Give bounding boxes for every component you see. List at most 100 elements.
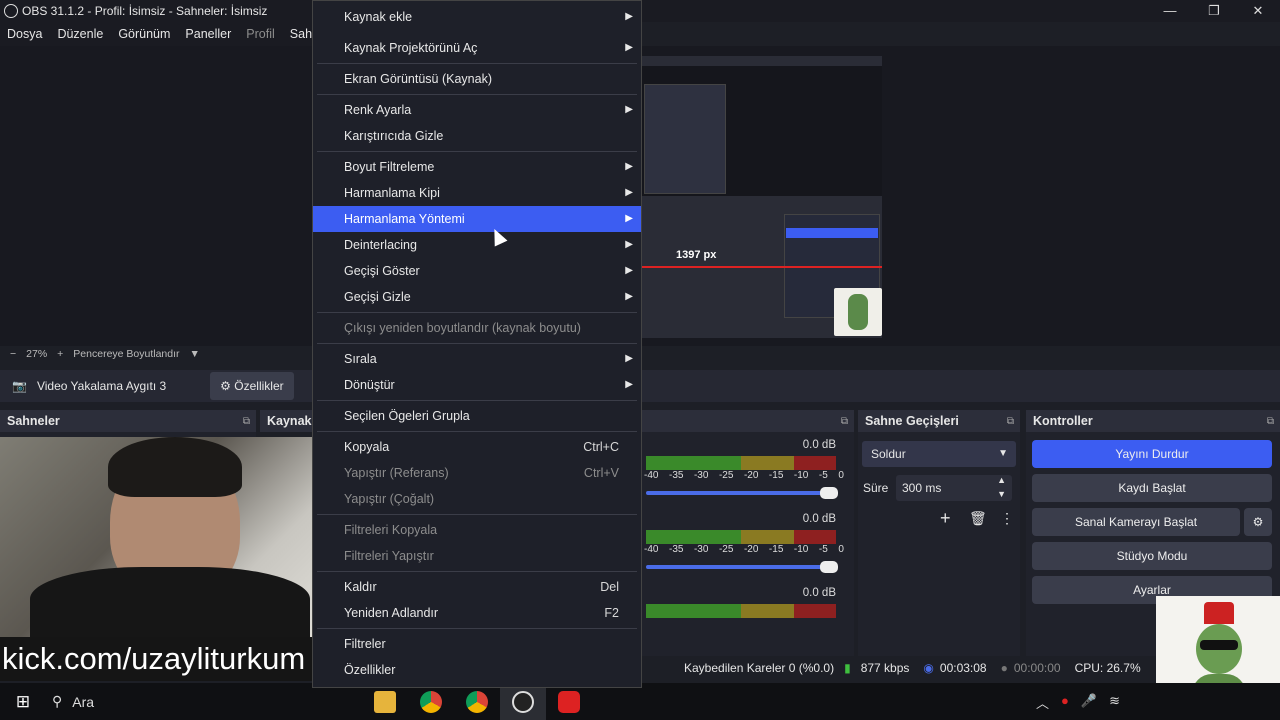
obs-taskbar-icon[interactable] bbox=[500, 683, 546, 720]
menu-item-screenshot-source[interactable]: Ekran Görüntüsü (Kaynak) bbox=[313, 66, 641, 92]
menu-item-color-adjust[interactable]: Renk Ayarla ▶ bbox=[313, 97, 641, 123]
menu-item-filters[interactable]: Filtreler bbox=[313, 631, 641, 657]
menu-file[interactable]: Dosya bbox=[0, 27, 50, 41]
menu-item-group-selected[interactable]: Seçilen Ögeleri Grupla bbox=[313, 403, 641, 429]
stop-stream-button[interactable]: Yayını Durdur bbox=[1032, 440, 1272, 468]
menu-item-open-source-projector[interactable]: Kaynak Projektörünü Aç ▶ bbox=[313, 35, 641, 61]
close-button[interactable]: ✕ bbox=[1236, 0, 1280, 22]
menu-item-hide-in-mixer[interactable]: Karıştırıcıda Gizle bbox=[313, 123, 641, 149]
controls-dock-header: Kontroller ⧉ bbox=[1026, 410, 1280, 432]
start-virtual-camera-button[interactable]: Sanal Kamerayı Başlat bbox=[1032, 508, 1240, 536]
menu-item-scale-filtering[interactable]: Boyut Filtreleme ▶ bbox=[313, 154, 641, 180]
db-label: 0.0 dB bbox=[802, 513, 836, 525]
float-icon[interactable]: ⧉ bbox=[841, 416, 848, 427]
studio-mode-button[interactable]: Stüdyo Modu bbox=[1032, 542, 1272, 570]
menu-item-blending-mode[interactable]: Harmanlama Kipi ▶ bbox=[313, 180, 641, 206]
float-icon[interactable]: ⧉ bbox=[1007, 416, 1014, 427]
transition-select[interactable]: Soldur ▼ bbox=[862, 441, 1016, 467]
stream-time: 00:03:08 bbox=[939, 661, 987, 675]
float-icon[interactable]: ⧉ bbox=[243, 416, 250, 427]
submenu-arrow-icon: ▶ bbox=[625, 379, 633, 390]
meter-scale: -40 -35 -30 -25 -20 -15 -10 -5 0 bbox=[644, 470, 844, 481]
chrome-profile-icon[interactable] bbox=[454, 683, 500, 720]
menu-separator bbox=[317, 312, 637, 313]
menu-item-copy[interactable]: Kopyala Ctrl+C bbox=[313, 434, 641, 460]
float-icon[interactable]: ⧉ bbox=[1267, 416, 1274, 427]
properties-button[interactable]: ⚙ Özellikler bbox=[210, 372, 294, 400]
menu-separator bbox=[317, 63, 637, 64]
menu-item-add-source[interactable]: Kaynak ekle ▶ bbox=[313, 4, 641, 30]
duration-label: Süre bbox=[863, 481, 889, 495]
trash-icon[interactable]: 🗑 bbox=[969, 510, 987, 527]
duration-input[interactable]: 300 ms ▲ ▼ bbox=[896, 475, 1012, 501]
avatar-thumbnail bbox=[834, 288, 882, 336]
menu-item-blending-method[interactable]: Harmanlama Yöntemi ▶ bbox=[313, 206, 641, 232]
start-recording-button[interactable]: Kaydı Başlat bbox=[1032, 474, 1272, 502]
menu-separator bbox=[317, 343, 637, 344]
webcam-overlay bbox=[0, 437, 348, 637]
windows-start-icon[interactable]: ⊞ bbox=[0, 683, 46, 720]
menu-item-properties[interactable]: Özellikler bbox=[313, 657, 641, 683]
taskbar: ⊞ ⚲ Ara ︿ ● 🎤 ≋ bbox=[0, 683, 1280, 720]
recorder-app-icon[interactable] bbox=[546, 683, 592, 720]
dropped-frames: Kaybedilen Kareler 0 (%0.0) bbox=[684, 661, 835, 675]
scenes-dock-header: Sahneler ⧉ bbox=[0, 410, 256, 432]
submenu-arrow-icon: ▶ bbox=[625, 104, 633, 115]
menu-item-deinterlacing[interactable]: Deinterlacing ▶ bbox=[313, 232, 641, 258]
slider-handle[interactable] bbox=[820, 561, 838, 573]
menu-item-paste-duplicate: Yapıştır (Çoğalt) bbox=[344, 492, 435, 506]
chevron-down-icon[interactable]: ▼ bbox=[190, 348, 200, 360]
submenu-arrow-icon: ▶ bbox=[625, 42, 633, 53]
mixer-dock-header: ⧉ bbox=[640, 410, 854, 432]
zoom-level: 27% bbox=[26, 348, 48, 360]
zoom-in-button[interactable]: + bbox=[57, 348, 63, 360]
menu-docks[interactable]: Paneller bbox=[178, 27, 239, 41]
virtual-camera-settings-button[interactable]: ⚙ bbox=[1244, 508, 1272, 536]
db-label: 0.0 dB bbox=[802, 587, 836, 599]
menu-item-rename[interactable]: Yeniden Adlandır F2 bbox=[313, 600, 641, 626]
channel-url-overlay: kick.com/uzayliturkum bbox=[0, 637, 340, 681]
minimize-button[interactable]: — bbox=[1148, 0, 1192, 22]
stepper-icon[interactable]: ▲ ▼ bbox=[997, 473, 1006, 501]
recording-tray-icon[interactable]: ● bbox=[1061, 693, 1069, 712]
menu-item-show-transition[interactable]: Geçişi Göster ▶ bbox=[313, 258, 641, 284]
menu-separator bbox=[317, 94, 637, 95]
menu-separator bbox=[317, 571, 637, 572]
menu-view[interactable]: Görünüm bbox=[111, 27, 178, 41]
preview-canvas[interactable]: 1397 px bbox=[640, 56, 882, 338]
menu-separator bbox=[317, 400, 637, 401]
menu-item-remove[interactable]: Kaldır Del bbox=[313, 574, 641, 600]
chevron-up-icon[interactable]: ︿ bbox=[1036, 693, 1049, 712]
zoom-out-button[interactable]: − bbox=[10, 348, 16, 360]
menu-item-hide-transition[interactable]: Geçişi Gizle ▶ bbox=[313, 284, 641, 310]
sources-dock-header: Kaynak bbox=[260, 410, 314, 432]
signal-bars-icon: ▮ bbox=[844, 661, 851, 675]
add-icon[interactable]: + bbox=[940, 508, 951, 529]
menu-item-paste-filters: Filtreleri Yapıştır bbox=[344, 549, 434, 563]
submenu-arrow-icon: ▶ bbox=[625, 187, 633, 198]
volume-slider[interactable] bbox=[646, 487, 838, 499]
maximize-button[interactable]: ❐ bbox=[1192, 0, 1236, 22]
more-icon[interactable]: ⋮ bbox=[1000, 510, 1014, 527]
submenu-arrow-icon: ▶ bbox=[625, 11, 633, 22]
volume-meter bbox=[646, 456, 836, 470]
cpu-usage: CPU: 26.7% bbox=[1074, 661, 1141, 675]
taskbar-search[interactable]: ⚲ Ara bbox=[46, 683, 306, 720]
chevron-down-icon: ▼ bbox=[998, 448, 1008, 459]
menu-item-order[interactable]: Sırala ▶ bbox=[313, 346, 641, 372]
slider-handle[interactable] bbox=[820, 487, 838, 499]
broadcast-icon: ◉ bbox=[923, 661, 934, 675]
menu-profile[interactable]: Profil bbox=[239, 27, 282, 41]
file-explorer-icon[interactable] bbox=[362, 683, 408, 720]
chrome-icon[interactable] bbox=[408, 683, 454, 720]
fit-to-window[interactable]: Pencereye Boyutlandır bbox=[73, 348, 179, 360]
record-time: 00:00:00 bbox=[1013, 661, 1061, 675]
volume-slider[interactable] bbox=[646, 561, 838, 573]
volume-meter bbox=[646, 530, 836, 544]
menu-item-transform[interactable]: Dönüştür ▶ bbox=[313, 372, 641, 398]
menu-edit[interactable]: Düzenle bbox=[50, 27, 111, 41]
gear-icon: ⚙ bbox=[220, 379, 231, 393]
microphone-icon[interactable]: 🎤 bbox=[1081, 693, 1097, 712]
record-icon: ● bbox=[1000, 661, 1008, 675]
wifi-icon[interactable]: ≋ bbox=[1109, 693, 1120, 712]
